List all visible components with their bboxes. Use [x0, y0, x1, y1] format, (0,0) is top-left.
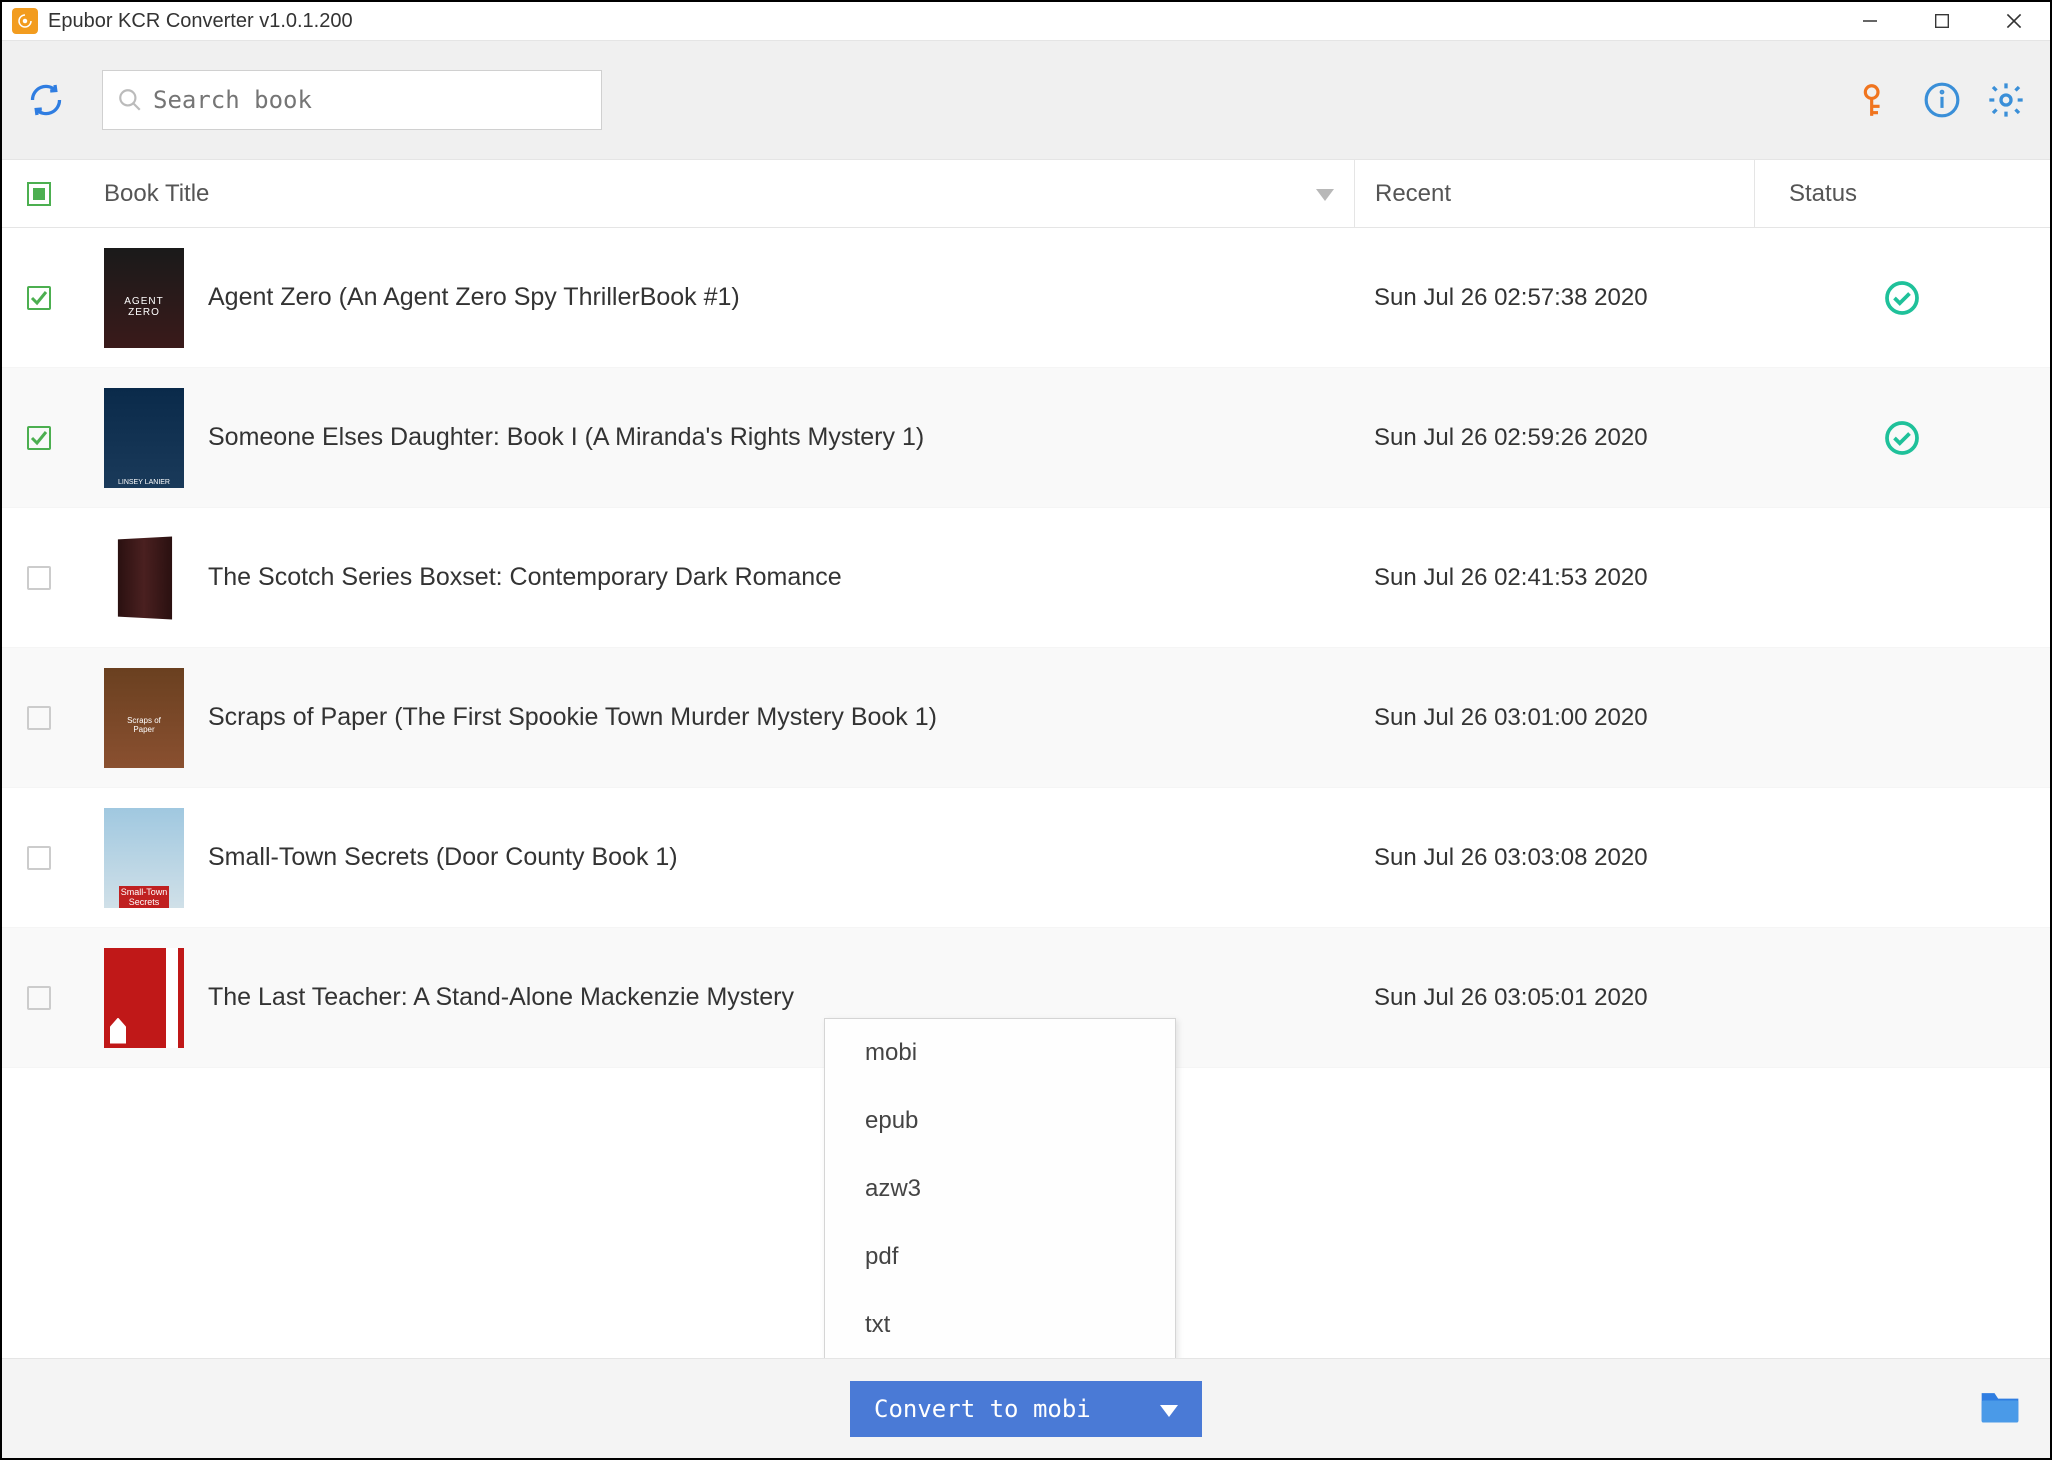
app-icon	[12, 8, 38, 34]
column-recent-label: Recent	[1375, 180, 1451, 208]
book-cover: Small-TownSecrets	[104, 808, 184, 908]
book-status	[1754, 280, 2050, 316]
close-button[interactable]	[1978, 2, 2050, 40]
window-title: Epubor KCR Converter v1.0.1.200	[48, 10, 353, 33]
book-title: Small-Town Secrets (Door County Book 1)	[208, 843, 1354, 872]
info-button[interactable]	[1918, 76, 1966, 124]
book-cover: Scraps ofPaper	[104, 668, 184, 768]
format-option-azw3[interactable]: azw3	[825, 1155, 1175, 1223]
book-recent: Sun Jul 26 03:01:00 2020	[1354, 704, 1754, 732]
book-recent: Sun Jul 26 02:59:26 2020	[1354, 424, 1754, 452]
search-icon	[117, 87, 143, 113]
open-folder-button[interactable]	[1978, 1387, 2022, 1430]
table-header: Book Title Recent Status	[2, 160, 2050, 228]
table-row[interactable]: AGENTZERO Agent Zero (An Agent Zero Spy …	[2, 228, 2050, 368]
book-title: Scraps of Paper (The First Spookie Town …	[208, 703, 1354, 732]
format-option-epub[interactable]: epub	[825, 1087, 1175, 1155]
row-checkbox[interactable]	[27, 566, 51, 590]
book-recent: Sun Jul 26 03:03:08 2020	[1354, 844, 1754, 872]
minimize-button[interactable]	[1834, 2, 1906, 40]
format-option-txt[interactable]: txt	[825, 1291, 1175, 1359]
row-checkbox[interactable]	[27, 286, 51, 310]
table-row[interactable]: Scraps ofPaper Scraps of Paper (The Firs…	[2, 648, 2050, 788]
column-title-label: Book Title	[104, 180, 209, 208]
chevron-down-icon	[1160, 1395, 1178, 1423]
format-menu: mobi epub azw3 pdf txt	[824, 1018, 1176, 1360]
column-title[interactable]: Book Title	[76, 180, 1354, 208]
column-status[interactable]: Status	[1754, 160, 2050, 227]
select-all-checkbox[interactable]	[27, 182, 51, 206]
maximize-button[interactable]	[1906, 2, 1978, 40]
row-checkbox[interactable]	[27, 426, 51, 450]
book-cover	[104, 948, 184, 1048]
row-checkbox[interactable]	[27, 706, 51, 730]
book-recent: Sun Jul 26 03:05:01 2020	[1354, 984, 1754, 1012]
format-option-mobi[interactable]: mobi	[825, 1019, 1175, 1087]
book-title: The Last Teacher: A Stand-Alone Mackenzi…	[208, 983, 1354, 1012]
table-row[interactable]: Small-TownSecrets Small-Town Secrets (Do…	[2, 788, 2050, 928]
book-recent: Sun Jul 26 02:57:38 2020	[1354, 284, 1754, 312]
bottom-bar: Convert to mobi	[2, 1358, 2050, 1458]
row-checkbox[interactable]	[27, 986, 51, 1010]
book-cover: AGENTZERO	[104, 248, 184, 348]
book-title: Someone Elses Daughter: Book I (A Mirand…	[208, 423, 1354, 452]
key-button[interactable]	[1854, 76, 1902, 124]
book-status	[1754, 420, 2050, 456]
settings-button[interactable]	[1982, 76, 2030, 124]
convert-button[interactable]: Convert to mobi	[850, 1381, 1202, 1437]
refresh-button[interactable]	[22, 76, 70, 124]
search-input[interactable]	[153, 86, 587, 114]
row-checkbox[interactable]	[27, 846, 51, 870]
sort-arrow-icon	[1316, 180, 1334, 208]
format-option-pdf[interactable]: pdf	[825, 1223, 1175, 1291]
table-row[interactable]: The Scotch Series Boxset: Contemporary D…	[2, 508, 2050, 648]
book-title: Agent Zero (An Agent Zero Spy ThrillerBo…	[208, 283, 1354, 312]
convert-button-label: Convert to mobi	[874, 1395, 1091, 1423]
column-recent[interactable]: Recent	[1354, 160, 1754, 227]
column-status-label: Status	[1789, 180, 1857, 208]
book-cover: LINSEY LANIER	[104, 388, 184, 488]
table-row[interactable]: LINSEY LANIER Someone Elses Daughter: Bo…	[2, 368, 2050, 508]
success-icon	[1884, 420, 1920, 456]
book-title: The Scotch Series Boxset: Contemporary D…	[208, 563, 1354, 592]
book-cover	[104, 528, 184, 628]
search-input-wrap[interactable]	[102, 70, 602, 130]
book-recent: Sun Jul 26 02:41:53 2020	[1354, 564, 1754, 592]
titlebar: Epubor KCR Converter v1.0.1.200	[2, 2, 2050, 40]
toolbar	[2, 40, 2050, 160]
success-icon	[1884, 280, 1920, 316]
